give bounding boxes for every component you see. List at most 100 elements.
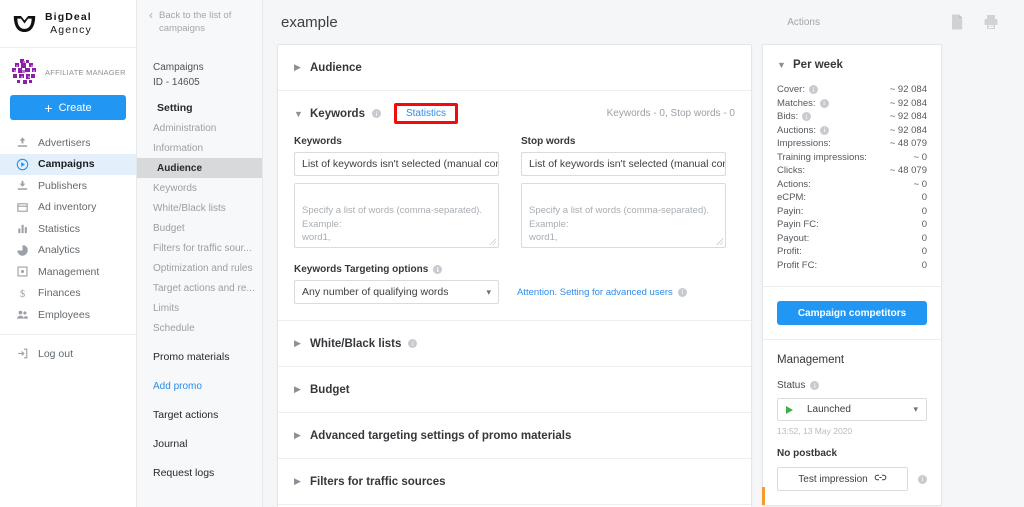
campaign-subnav: ‹ Back to the list of campaigns Campaign…	[137, 0, 263, 507]
sidebar-item-label: Ad inventory	[38, 201, 97, 213]
subnav-gap	[137, 338, 262, 347]
subnav-item-information[interactable]: Information	[137, 138, 262, 158]
sidebar-item-ad-inventory[interactable]: Ad inventory	[0, 197, 136, 218]
sidebar-item-statistics[interactable]: Statistics	[0, 218, 136, 239]
brand-header[interactable]: BigDeal Agency	[0, 0, 136, 48]
stat-row: Payout: 0	[777, 232, 927, 246]
advanced-users-attention[interactable]: Attention. Setting for advanced users i	[517, 287, 687, 298]
sidebar-item-campaigns[interactable]: Campaigns	[0, 153, 136, 175]
stat-row: eCPM: 0	[777, 191, 927, 205]
printer-icon[interactable]	[982, 13, 1000, 31]
keywords-list-select[interactable]: List of keywords isn't selected (manual …	[294, 152, 499, 176]
info-icon[interactable]: i	[918, 474, 927, 484]
subnav-item-setting[interactable]: Setting	[137, 98, 262, 118]
stat-value: 0	[921, 246, 927, 258]
stat-row: Matches: i ~ 92 084	[777, 97, 927, 111]
stat-value: 0	[921, 219, 927, 231]
sidebar-item-analytics[interactable]: Analytics	[0, 240, 136, 261]
subnav-item-schedule[interactable]: Schedule	[137, 318, 262, 338]
chevron-right-icon	[294, 338, 303, 349]
stat-row: Actions: ~ 0	[777, 178, 927, 192]
brand-text: BigDeal Agency	[45, 11, 92, 35]
subnav-item-optimization-and-rules[interactable]: Optimization and rules	[137, 258, 262, 278]
section-filters-traffic-sources-header[interactable]: Filters for traffic sources	[278, 459, 751, 504]
stat-row: Payin: 0	[777, 205, 927, 219]
management-title: Management	[777, 354, 845, 366]
subnav-item-target-actions-and-re[interactable]: Target actions and re...	[137, 278, 262, 298]
subnav-gap	[137, 367, 262, 376]
resize-handle-icon[interactable]	[716, 238, 723, 245]
info-icon[interactable]: i	[371, 109, 381, 118]
keywords-targeting-row: Keywords Targeting options i Any number …	[278, 264, 751, 320]
subnav-item-promo-materials[interactable]: Promo materials	[137, 347, 262, 367]
per-week-header[interactable]: Per week	[763, 45, 941, 81]
stat-value: 0	[921, 259, 927, 271]
sidebar-item-management[interactable]: Management	[0, 261, 136, 282]
info-icon[interactable]: i	[677, 287, 687, 297]
subnav-gap	[137, 396, 262, 405]
user-row[interactable]: AFFILIATE MANAGER	[0, 48, 136, 92]
stat-label: Cover:	[777, 84, 805, 96]
subnav-item-request-logs[interactable]: Request logs	[137, 463, 262, 483]
settings-card: Audience Keywords i Statistics Keywords …	[277, 44, 752, 507]
status-select[interactable]: Launched ▾	[777, 398, 927, 421]
stat-name-wrap: Cover: i	[777, 84, 818, 95]
sidebar-item-employees[interactable]: Employees	[0, 304, 136, 325]
sidebar-item-label: Management	[38, 265, 100, 278]
section-white-black-lists-header[interactable]: White/Black lists i	[278, 321, 751, 366]
subnav-item-target-actions[interactable]: Target actions	[137, 405, 262, 425]
actions-menu[interactable]: Actions	[787, 17, 820, 28]
subnav-item-keywords[interactable]: Keywords	[137, 178, 262, 198]
info-icon[interactable]: i	[802, 112, 812, 122]
section-budget-header[interactable]: Budget	[278, 367, 751, 412]
info-icon[interactable]: i	[808, 85, 818, 95]
section-keywords-header[interactable]: Keywords i Statistics Keywords - 0, Stop…	[278, 91, 751, 136]
stop-words-list-select[interactable]: List of keywords isn't selected (manual …	[521, 152, 726, 176]
create-button[interactable]: + Create	[10, 95, 126, 120]
info-icon[interactable]: i	[408, 339, 418, 348]
stat-row: Training impressions: ~ 0	[777, 151, 927, 165]
keywords-textarea[interactable]: Specify a list of words (comma-separated…	[294, 183, 499, 248]
stat-value: ~ 0	[913, 151, 927, 163]
info-icon[interactable]: i	[819, 98, 829, 108]
identicon-avatar	[10, 58, 38, 86]
stat-value: ~ 92 084	[889, 124, 927, 136]
subnav-item-white-black-lists[interactable]: White/Black lists	[137, 198, 262, 218]
info-icon[interactable]: i	[820, 125, 830, 135]
subnav-item-administration[interactable]: Administration	[137, 118, 262, 138]
sidebar-item-advertisers[interactable]: Advertisers	[0, 132, 136, 153]
sidebar-item-logout[interactable]: Log out	[0, 343, 136, 364]
subnav-item-filters-traffic-sources[interactable]: Filters for traffic sour...	[137, 238, 262, 258]
back-to-list-link[interactable]: ‹ Back to the list of campaigns	[137, 0, 262, 48]
chevron-down-icon	[294, 109, 303, 119]
subnav-item-budget[interactable]: Budget	[137, 218, 262, 238]
info-icon[interactable]: i	[433, 265, 443, 274]
section-title: White/Black lists	[310, 337, 402, 350]
subnav-item-audience[interactable]: Audience	[137, 158, 262, 178]
chevron-right-icon	[294, 430, 303, 441]
stat-label: Matches:	[777, 97, 816, 109]
section-audience-header[interactable]: Audience	[278, 45, 751, 90]
sidebar-item-finances[interactable]: $ Finances	[0, 283, 136, 304]
section-advanced-targeting-header[interactable]: Advanced targeting settings of promo mat…	[278, 413, 751, 458]
top-bar: example Actions	[263, 0, 1024, 44]
resize-handle-icon[interactable]	[489, 238, 496, 245]
svg-text:$: $	[20, 289, 25, 300]
campaign-competitors-button[interactable]: Campaign competitors	[777, 301, 927, 325]
test-impression-button[interactable]: Test impression	[777, 467, 908, 491]
stat-row: Cover: i ~ 92 084	[777, 83, 927, 97]
stat-label: Clicks:	[777, 165, 805, 177]
keywords-targeting-select[interactable]: Any number of qualifying words ▾	[294, 280, 499, 304]
advanced-users-attention-label: Attention. Setting for advanced users	[517, 286, 673, 298]
create-button-label: Create	[58, 101, 92, 114]
sidebar-item-publishers[interactable]: Publishers	[0, 175, 136, 196]
document-icon[interactable]	[948, 13, 966, 31]
stop-words-textarea[interactable]: Specify a list of words (comma-separated…	[521, 183, 726, 248]
info-icon[interactable]: i	[810, 381, 820, 390]
subnav-item-journal[interactable]: Journal	[137, 434, 262, 454]
subnav-item-add-promo[interactable]: Add promo	[137, 376, 262, 396]
dollar-icon: $	[16, 287, 29, 300]
subnav-item-limits[interactable]: Limits	[137, 298, 262, 318]
stop-words-field-label: Stop words	[521, 136, 576, 147]
statistics-link[interactable]: Statistics	[406, 108, 446, 119]
